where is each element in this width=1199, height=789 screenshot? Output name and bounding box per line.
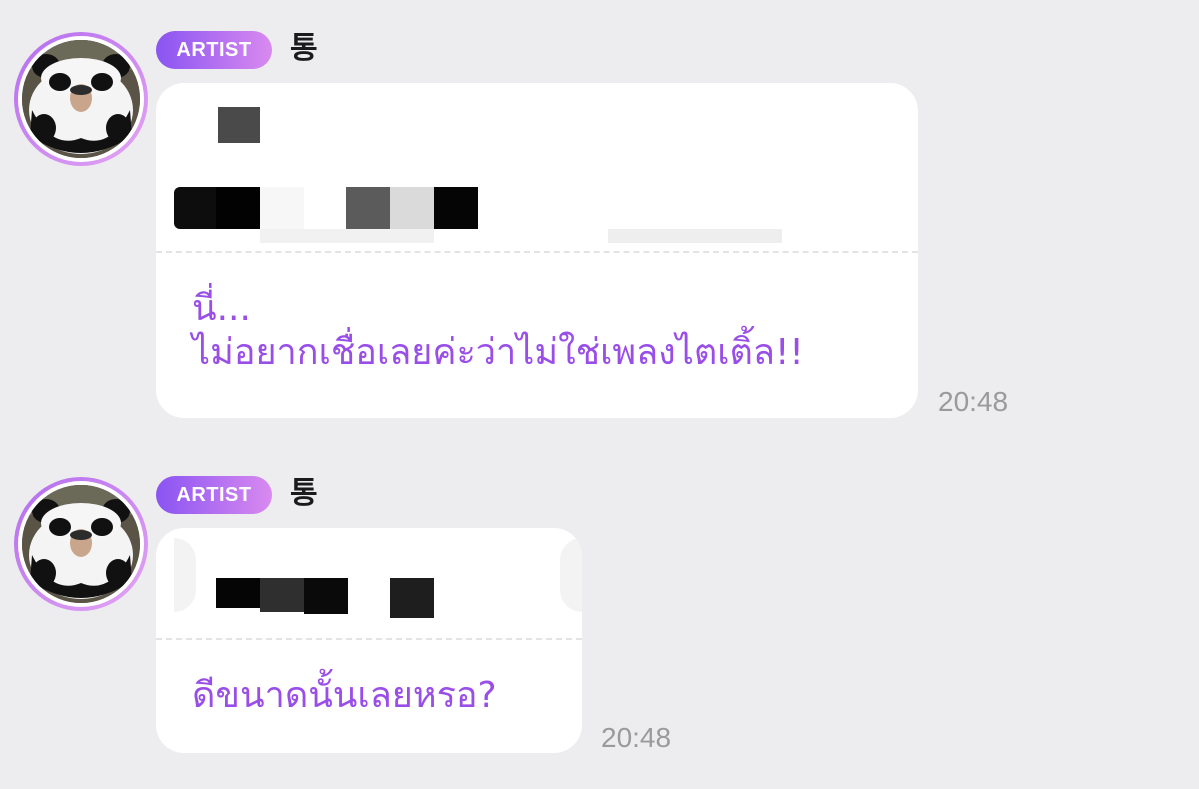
message-bubble[interactable]: ดีขนาดนั้นเลยหรอ? [156,528,582,753]
redacted-block [346,187,390,229]
message-bubble[interactable]: นี่... ไม่อยากเชื่อเลยค่ะว่าไม่ใช่เพลงไต… [156,83,918,418]
quoted-content-redacted[interactable] [156,528,582,638]
redacted-block [608,229,782,243]
artist-badge: ARTIST [156,31,272,69]
redacted-block [434,187,478,229]
quoted-content-redacted[interactable] [156,83,918,251]
reply-text-line-1: นี่... [192,288,251,329]
redacted-block [174,187,216,229]
sender-name: 통 [290,31,318,66]
redacted-block [174,97,214,163]
redacted-block [304,578,348,614]
timestamp: 20:48 [601,722,672,753]
reply-text-line-2: ไม่อยากเชื่อเลยค่ะว่าไม่ใช่เพลงไตเติ้ล!! [192,332,804,373]
quote-divider [156,251,918,253]
reply-text-line-1: ดีขนาดนั้นเลยหรอ? [192,675,497,716]
message-1: ARTIST 통 นี่... ไม่อยากเชื่อเลยค่ะว่าไม่… [0,0,1199,440]
artist-badge: ARTIST [156,476,272,514]
redacted-block [174,538,196,612]
redacted-block [390,578,434,618]
redacted-block [216,578,260,608]
redacted-block [260,578,304,612]
quote-divider [156,638,582,640]
sender-name: 통 [290,476,318,511]
redacted-block [260,229,434,243]
redacted-block [218,107,260,143]
avatar[interactable] [14,477,148,611]
redacted-block [560,538,582,612]
avatar[interactable] [14,32,148,166]
panda-costume-avatar-icon [22,485,140,603]
redacted-block [216,187,260,229]
message-2: ARTIST 통 ดีขนาดนั้นเลยหรอ? 20:48 [0,440,1199,789]
timestamp: 20:48 [938,386,1009,417]
panda-costume-avatar-icon [22,40,140,158]
